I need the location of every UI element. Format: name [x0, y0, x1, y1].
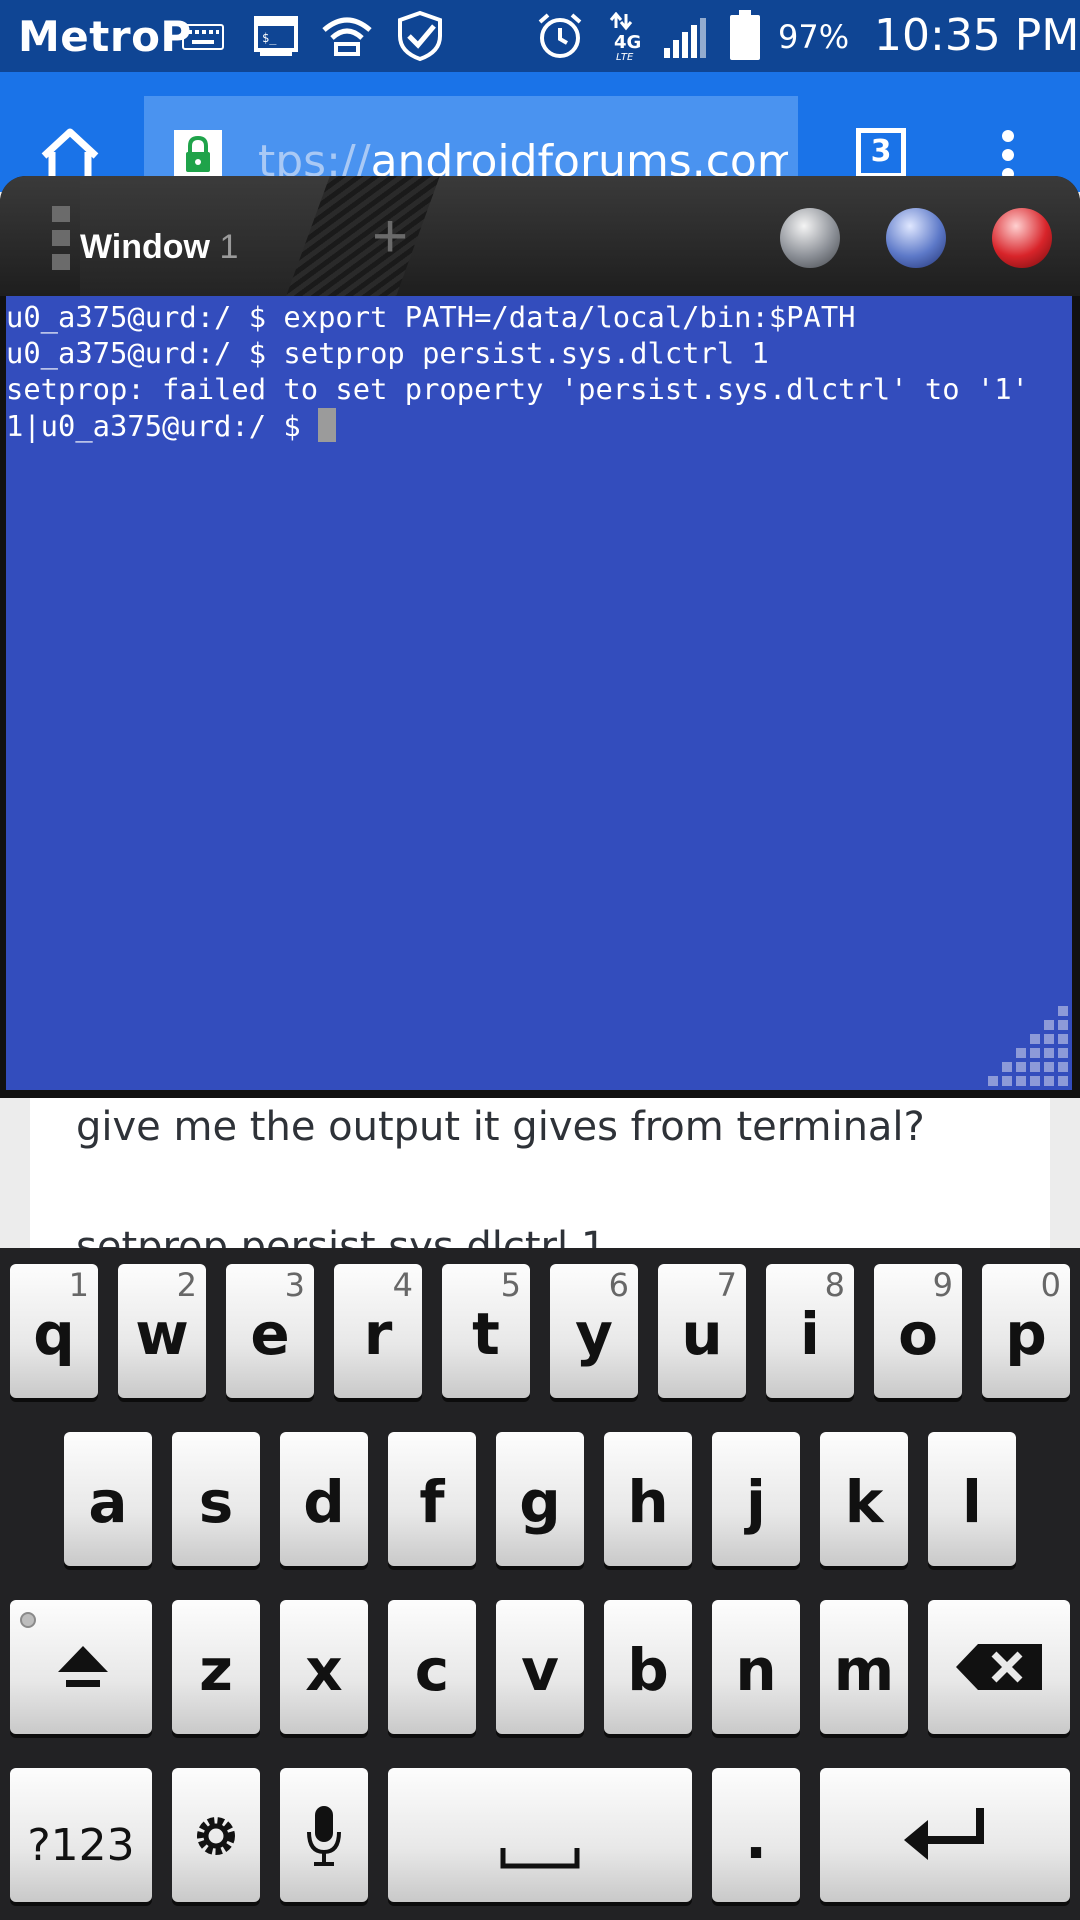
- terminal-prompt-line: 1|u0_a375@urd:/ $: [6, 408, 337, 443]
- key-d[interactable]: d: [280, 1432, 368, 1566]
- svg-text:4G: 4G: [614, 32, 641, 53]
- resize-grip-icon[interactable]: [988, 1006, 1072, 1090]
- symbols-key[interactable]: ?123: [10, 1768, 152, 1902]
- shift-key[interactable]: [10, 1600, 152, 1734]
- key-m[interactable]: m: [820, 1600, 908, 1734]
- lock-icon: [174, 130, 222, 178]
- terminal-line: u0_a375@urd:/ $ export PATH=/data/local/…: [6, 300, 856, 334]
- status-bar: MetroP $_ 4G LTE 97% 10:35 PM: [0, 0, 1080, 72]
- browser-toolbar: tps://androidforums.com/t 3: [0, 72, 1080, 192]
- drag-handle-icon[interactable]: [52, 206, 70, 270]
- space-bar-icon: [500, 1848, 580, 1869]
- key-e[interactable]: 3e: [226, 1264, 314, 1398]
- backspace-icon: [956, 1644, 1042, 1690]
- overflow-menu-icon[interactable]: [1000, 130, 1016, 180]
- enter-key[interactable]: [820, 1768, 1070, 1902]
- tab-switcher-button[interactable]: 3: [856, 128, 906, 178]
- key-q[interactable]: 1q: [10, 1264, 98, 1398]
- key-g[interactable]: g: [496, 1432, 584, 1566]
- key-t[interactable]: 5t: [442, 1264, 530, 1398]
- key-a[interactable]: a: [64, 1432, 152, 1566]
- clock: 10:35 PM: [874, 10, 1080, 61]
- terminal-line: u0_a375@urd:/ $ setprop persist.sys.dlct…: [6, 336, 769, 370]
- voice-input-key[interactable]: [280, 1768, 368, 1902]
- battery-icon: [730, 10, 760, 60]
- enter-arrow-icon: [904, 1808, 984, 1860]
- settings-gear-icon: [197, 1817, 235, 1855]
- shield-check-icon: [398, 10, 442, 62]
- key-o[interactable]: 9o: [874, 1264, 962, 1398]
- post-question-text: give me the output it gives from termina…: [76, 1104, 925, 1150]
- terminal-icon: $_: [254, 16, 298, 56]
- alarm-icon: [538, 13, 582, 58]
- key-w[interactable]: 2w: [118, 1264, 206, 1398]
- key-x[interactable]: x: [280, 1600, 368, 1734]
- microphone-icon: [307, 1806, 341, 1866]
- terminal-titlebar[interactable]: Window 1 +: [0, 176, 1080, 296]
- text-cursor: [318, 408, 337, 442]
- shift-arrow-icon: [58, 1646, 108, 1687]
- carrier-name: MetroP: [18, 12, 192, 61]
- key-r[interactable]: 4r: [334, 1264, 422, 1398]
- key-f[interactable]: f: [388, 1432, 476, 1566]
- network-4g-icon: 4G LTE: [609, 12, 641, 62]
- key-c[interactable]: c: [388, 1600, 476, 1734]
- key-n[interactable]: n: [712, 1600, 800, 1734]
- caps-indicator: [20, 1612, 36, 1628]
- minimize-button[interactable]: [780, 208, 840, 268]
- new-tab-plus-icon[interactable]: +: [372, 206, 408, 268]
- key-u[interactable]: 7u: [658, 1264, 746, 1398]
- key-y[interactable]: 6y: [550, 1264, 638, 1398]
- svg-text:$_: $_: [262, 31, 277, 45]
- wifi-hotspot-icon: [322, 17, 372, 56]
- terminal-screen[interactable]: u0_a375@urd:/ $ export PATH=/data/local/…: [6, 296, 1072, 1090]
- key-k[interactable]: k: [820, 1432, 908, 1566]
- settings-key[interactable]: [172, 1768, 260, 1902]
- key-s[interactable]: s: [172, 1432, 260, 1566]
- battery-percent: 97%: [778, 18, 850, 56]
- forum-post: give me the output it gives from termina…: [30, 1096, 1050, 1270]
- key-j[interactable]: j: [712, 1432, 800, 1566]
- terminal-line: setprop: failed to set property 'persist…: [6, 372, 1029, 406]
- keyboard-icon: [182, 24, 224, 50]
- signal-icon: [664, 18, 706, 58]
- key-i[interactable]: 8i: [766, 1264, 854, 1398]
- space-key[interactable]: [388, 1768, 692, 1902]
- key-l[interactable]: l: [928, 1432, 1016, 1566]
- maximize-button[interactable]: [886, 208, 946, 268]
- key-h[interactable]: h: [604, 1432, 692, 1566]
- backspace-key[interactable]: [928, 1600, 1070, 1734]
- close-button[interactable]: [992, 208, 1052, 268]
- key-b[interactable]: b: [604, 1600, 692, 1734]
- key-v[interactable]: v: [496, 1600, 584, 1734]
- soft-keyboard: 1q 2w 3e 4r 5t 6y 7u 8i 9o 0p a s d f g …: [0, 1248, 1080, 1920]
- svg-text:LTE: LTE: [616, 52, 634, 62]
- period-key[interactable]: .: [712, 1768, 800, 1902]
- key-z[interactable]: z: [172, 1600, 260, 1734]
- key-p[interactable]: 0p: [982, 1264, 1070, 1398]
- tab-label: Window 1: [80, 228, 239, 266]
- terminal-window: Window 1 + u0_a375@urd:/ $ export PATH=/…: [0, 176, 1080, 1098]
